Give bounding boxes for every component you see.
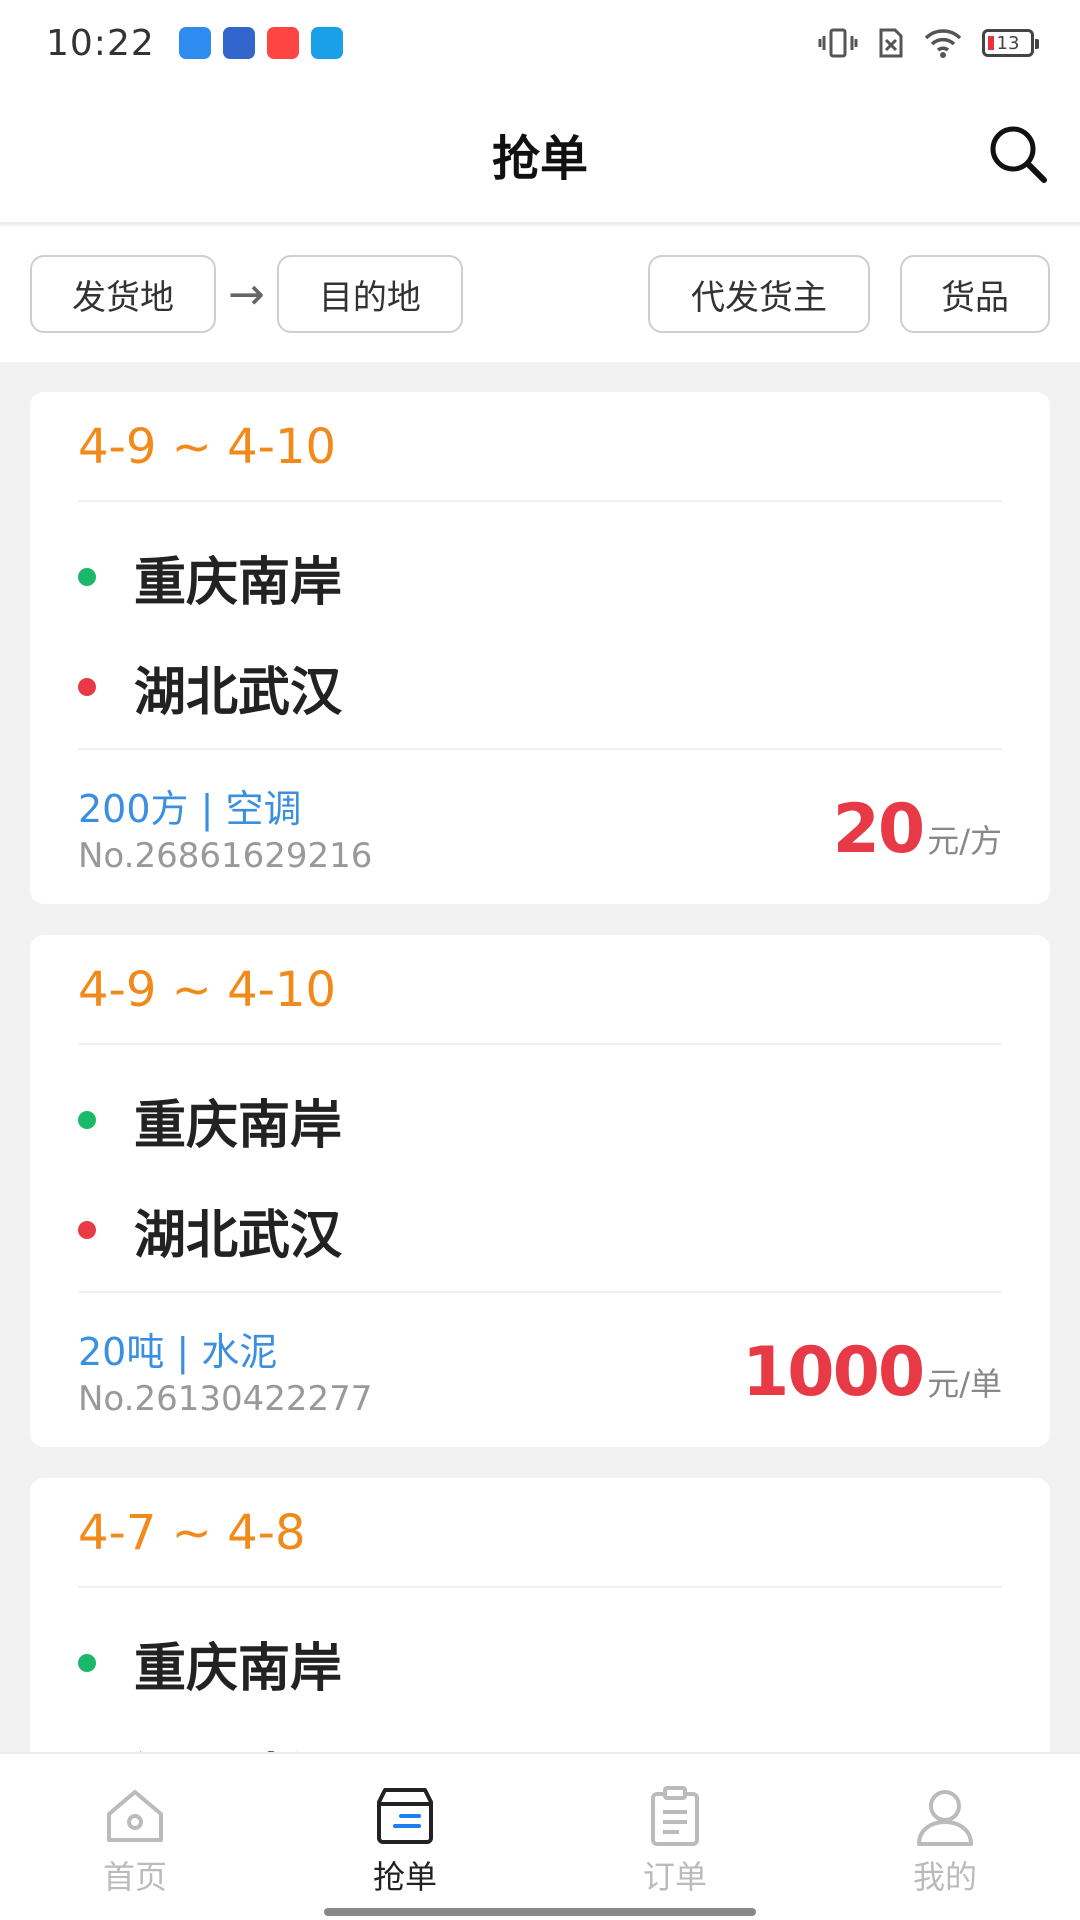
destination-city: 湖北武汉 [134,662,343,723]
price-amount: 1000 [741,1333,925,1412]
tab-label: 我的 [912,1858,977,1896]
battery-icon: 13 [982,29,1039,57]
header: 抢单 [0,86,1080,224]
baidu-app-icon [222,27,255,59]
shipper-filter-button[interactable]: 代发货主 [648,255,870,333]
price: 20 元/方 [833,790,1002,869]
origin-city: 重庆南岸 [134,1095,343,1156]
price-unit: 元/方 [927,822,1002,860]
no-sim-icon [879,28,903,58]
origin-dot [78,1654,96,1672]
cargo-info: 20吨 | 水泥 [78,1330,278,1374]
origin-filter-button[interactable]: 发货地 [30,255,216,333]
tab-label: 抢单 [372,1858,437,1896]
order-footer: 20吨 | 水泥 No.26130422277 1000 元/单 [78,1293,1002,1447]
destination-dot [78,678,96,696]
order-footer: 200方 | 空调 No.26861629216 20 元/方 [78,750,1002,904]
destination-dot [78,1221,96,1239]
vibrate-icon [818,28,858,58]
order-date: 4-9 ~ 4-10 [78,935,1002,1045]
tab-bar: 首页 抢单 订单 我的 [0,1752,1080,1920]
arrow-icon: → [228,268,265,320]
price-amount: 20 [832,790,926,869]
send-app-icon [310,27,343,59]
price: 1000 元/单 [742,1333,1002,1412]
goods-filter-button[interactable]: 货品 [900,255,1050,333]
order-card[interactable]: 4-9 ~ 4-10 重庆南岸 湖北武汉 200方 | 空调 No.268616… [30,392,1050,904]
status-bar: 10:22 13 [0,0,1080,86]
route: 重庆南岸 湖北武汉 [78,1045,1002,1293]
order-number: No.26130422277 [78,1379,373,1419]
battery-level: 13 [996,32,1020,54]
order-card[interactable]: 4-9 ~ 4-10 重庆南岸 湖北武汉 20吨 | 水泥 No.2613042… [30,935,1050,1447]
tab-label: 订单 [642,1858,707,1896]
order-list: 4-9 ~ 4-10 重庆南岸 湖北武汉 200方 | 空调 No.268616… [0,362,1080,1752]
browser-app-icon [178,27,211,59]
cargo-info: 200方 | 空调 [78,787,302,831]
filter-bar: 发货地 → 目的地 代发货主 货品 [0,226,1080,362]
destination-city: 湖北武汉 [134,1736,342,1753]
price-unit: 元/单 [927,1365,1002,1403]
tab-grab-order[interactable]: 抢单 [270,1754,540,1920]
origin-city: 重庆南岸 [134,1638,343,1699]
origin-dot [78,1111,96,1129]
map-pin-app-icon [266,27,299,59]
search-icon[interactable] [986,122,1050,186]
clipboard-icon [651,1786,699,1846]
destination-filter-button[interactable]: 目的地 [276,255,463,333]
home-indicator[interactable] [324,1908,756,1916]
order-date: 4-9 ~ 4-10 [78,392,1002,502]
home-icon [107,1790,163,1842]
route: 重庆南岸 湖北武汉 [78,1588,1002,1752]
destination-city: 湖北武汉 [134,1205,343,1266]
route: 重庆南岸 湖北武汉 [78,502,1002,750]
grab-order-icon [377,1788,433,1844]
tab-home[interactable]: 首页 [0,1754,270,1920]
notification-icons [178,27,343,59]
status-time: 10:22 [46,22,155,64]
origin-city: 重庆南岸 [134,552,343,613]
user-icon [917,1790,973,1846]
order-card[interactable]: 4-7 ~ 4-8 重庆南岸 湖北武汉 [30,1478,1050,1752]
order-number: No.26861629216 [78,836,373,876]
status-indicators: 13 [818,27,1039,59]
tab-label: 首页 [102,1858,167,1896]
order-date: 4-7 ~ 4-8 [78,1478,1002,1588]
origin-dot [78,568,96,586]
tab-orders[interactable]: 订单 [540,1754,810,1920]
page-title: 抢单 [491,131,588,187]
tab-profile[interactable]: 我的 [810,1754,1080,1920]
wifi-icon [924,29,962,58]
